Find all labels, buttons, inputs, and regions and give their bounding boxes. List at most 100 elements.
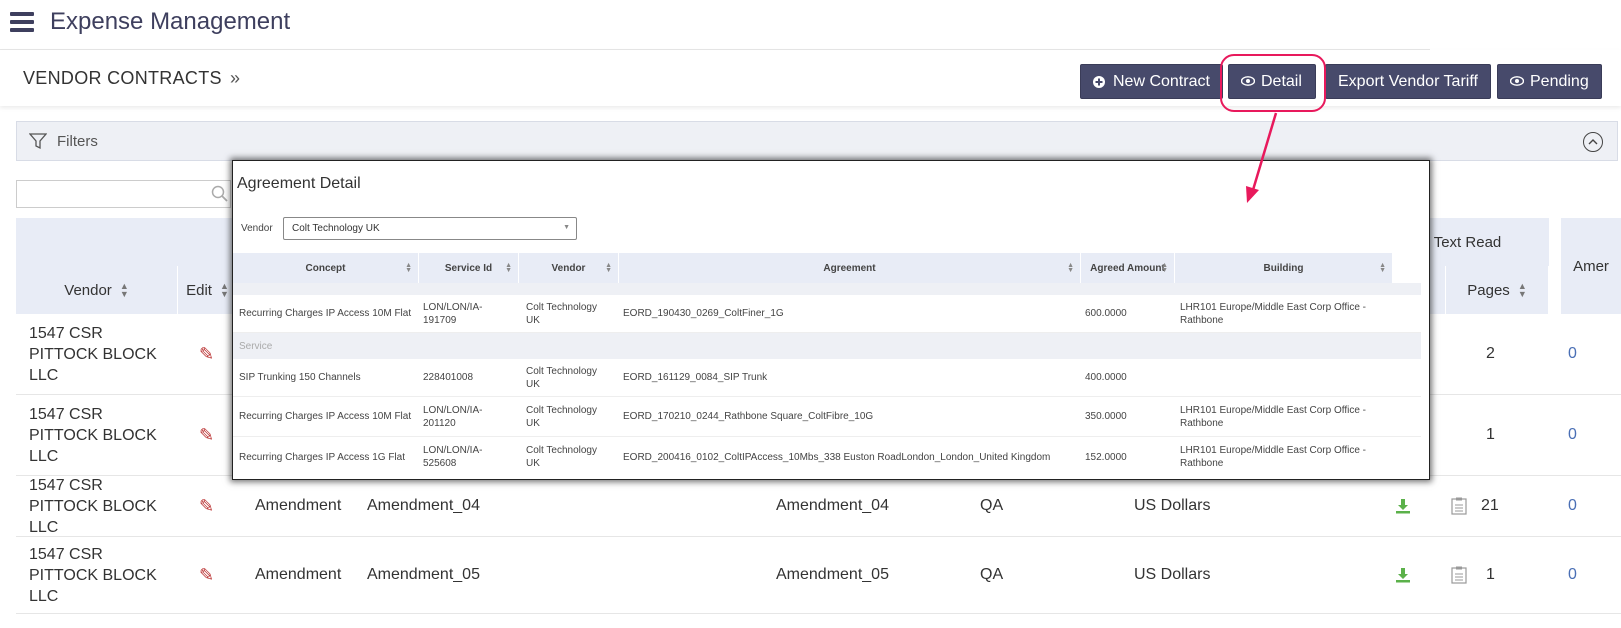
service-id-header-label: Service Id [444,262,493,274]
vendor-select-value: Colt Technology UK [292,223,380,234]
building-cell: LHR101 Europe/Middle East Corp Office - … [1180,404,1367,429]
sort-icon[interactable]: ▲ ▼ [120,282,129,299]
building-header-label: Building [1263,262,1304,274]
amendments-link[interactable]: 0 [1568,314,1577,394]
agreed-amount-cell: 400.0000 [1085,372,1127,383]
hamburger-menu-icon[interactable] [10,12,34,32]
pages-cell: 21 [1481,497,1499,514]
pending-label: Pending [1530,72,1589,90]
pencil-icon[interactable]: ✎ [199,476,214,536]
vendor-cell: Colt Technology UK [526,301,597,326]
detail-highlight-annotation [1220,54,1326,112]
table-row[interactable]: Recurring Charges IP Access 10M Flat LON… [233,397,1421,437]
building-cell: LHR101 Europe/Middle East Corp Office - … [1180,445,1367,469]
sort-icon[interactable]: ▲ ▼ [1379,262,1386,274]
page-title: VENDOR CONTRACTS [23,68,222,88]
breadcrumb-expand-icon[interactable]: » [230,68,240,89]
sort-icon[interactable]: ▲ ▼ [505,262,512,274]
export-vendor-tariff-button[interactable]: Export Vendor Tariff [1325,64,1491,99]
description-cell: Amendment_04 [776,497,889,514]
vendor-cell: 1547 CSR PITTOCK BLOCK LLC [29,405,157,465]
amendments-link[interactable]: 0 [1568,395,1577,475]
vendor-select-label: Vendor [241,223,273,234]
agreed-amount-cell: 152.0000 [1085,451,1127,463]
vendor-cell: 1547 CSR PITTOCK BLOCK LLC [29,545,157,605]
table-row[interactable]: Recurring Charges IP Access 1G Flat LON/… [233,437,1421,477]
concept-cell: SIP Trunking 150 Channels [239,372,361,383]
agreed-amount-cell: 350.0000 [1085,411,1127,422]
search-icon[interactable] [211,185,229,208]
group-row-service[interactable]: Service [233,333,1421,359]
table-row[interactable]: 1547 CSR PITTOCK BLOCK LLC ✎ Amendment A… [16,537,1621,614]
pencil-icon[interactable]: ✎ [199,395,214,475]
clipboard-icon[interactable] [1451,476,1467,536]
clipboard-icon[interactable] [1451,537,1467,613]
filters-panel[interactable]: Filters [16,121,1618,161]
amendments-link[interactable]: 0 [1568,476,1577,536]
agreement-column-header[interactable]: Agreement ▲ ▼ [619,253,1081,283]
currency-cell: US Dollars [1134,566,1211,583]
export-label: Export Vendor Tariff [1338,72,1478,90]
agreement-cell: EORD_200416_0102_ColtIPAccess_10Mbs_338 … [623,451,1051,463]
sort-icon[interactable]: ▲ ▼ [605,262,612,274]
pages-header-label: Pages [1467,281,1510,299]
app-title: Expense Management [50,8,291,35]
table-row[interactable]: 1547 CSR PITTOCK BLOCK LLC ✎ Amendment A… [16,476,1621,537]
pages-column-header[interactable]: Pages ▲ ▼ [1446,266,1549,314]
building-cell [1180,359,1390,396]
table-row[interactable]: Recurring Charges IP Access 10M Flat LON… [233,295,1421,333]
vendor-cell: 1547 CSR PITTOCK BLOCK LLC [29,476,157,536]
edit-header-label: Edit [186,281,212,299]
agreement-cell: EORD_190430_0269_ColtFiner_1G [623,308,784,319]
filter-icon [28,132,48,155]
pages-cell: 1 [1486,566,1495,583]
pencil-icon[interactable]: ✎ [199,537,214,613]
service-id-cell: LON/LON/IA-191709 [423,301,483,326]
chevron-up-icon[interactable] [1583,132,1603,152]
type-cell: Amendment [255,566,342,583]
vendor-select[interactable]: Colt Technology UK ▼ [283,217,577,240]
service-id-column-header[interactable]: Service Id ▲ ▼ [419,253,519,283]
agreement-cell: EORD_161129_0084_SIP Trunk [623,372,768,383]
pending-button[interactable]: Pending [1497,64,1602,99]
vendor-cell: 1547 CSR PITTOCK BLOCK LLC [29,324,157,384]
agreed-amount-cell: 600.0000 [1085,308,1127,319]
vendor-cell: Colt Technology UK [526,445,597,469]
agreement-header-label: Agreement [823,262,876,274]
vendor-header-label: Vendor [551,262,586,274]
name-cell: Amendment_05 [367,566,480,583]
top-bar: Expense Management [0,0,1430,50]
edit-column-header[interactable]: Edit ▲ ▼ [178,266,238,314]
agreement-detail-modal: Agreement Detail Vendor Colt Technology … [232,160,1430,480]
sort-icon[interactable]: ▲ ▼ [220,282,229,299]
vendor-column-header[interactable]: Vendor ▲ ▼ [16,266,178,314]
service-id-cell: LON/LON/IA-201120 [423,404,483,429]
vendor-header-label: Vendor [64,281,112,299]
agreed-amount-column-header[interactable]: Agreed Amount ▲ ▼ [1081,253,1175,283]
sort-icon[interactable]: ▲ ▼ [1067,262,1074,274]
vendor-column-header[interactable]: Vendor ▲ ▼ [519,253,619,283]
pages-cell: 2 [1486,345,1495,362]
service-id-cell: LON/LON/IA-525608 [423,445,483,469]
sort-icon[interactable]: ▲ ▼ [1518,282,1527,299]
concept-cell: Recurring Charges IP Access 1G Flat [239,451,405,463]
pages-cell: 1 [1486,426,1495,443]
concept-column-header[interactable]: Concept ▲ ▼ [233,253,419,283]
eye-icon [1509,75,1525,88]
filters-label: Filters [57,133,98,150]
building-cell: LHR101 Europe/Middle East Corp Office - … [1180,301,1367,326]
currency-cell: US Dollars [1134,497,1211,514]
building-column-header[interactable]: Building ▲ ▼ [1175,253,1393,283]
search-input[interactable] [16,180,231,208]
download-icon[interactable] [1395,476,1411,536]
group-row-blank [233,283,1421,295]
pencil-icon[interactable]: ✎ [199,314,214,394]
new-contract-button[interactable]: New Contract [1080,64,1223,99]
download-icon[interactable] [1395,537,1411,613]
table-row[interactable]: SIP Trunking 150 Channels 228401008 Colt… [233,359,1421,397]
amendments-link[interactable]: 0 [1568,537,1577,613]
sort-icon[interactable]: ▲ ▼ [405,262,412,274]
vendor-cell: Colt Technology UK [526,404,597,429]
sort-icon[interactable]: ▲ ▼ [1161,262,1168,274]
agreed-amount-header-label: Agreed Amount [1090,262,1165,274]
